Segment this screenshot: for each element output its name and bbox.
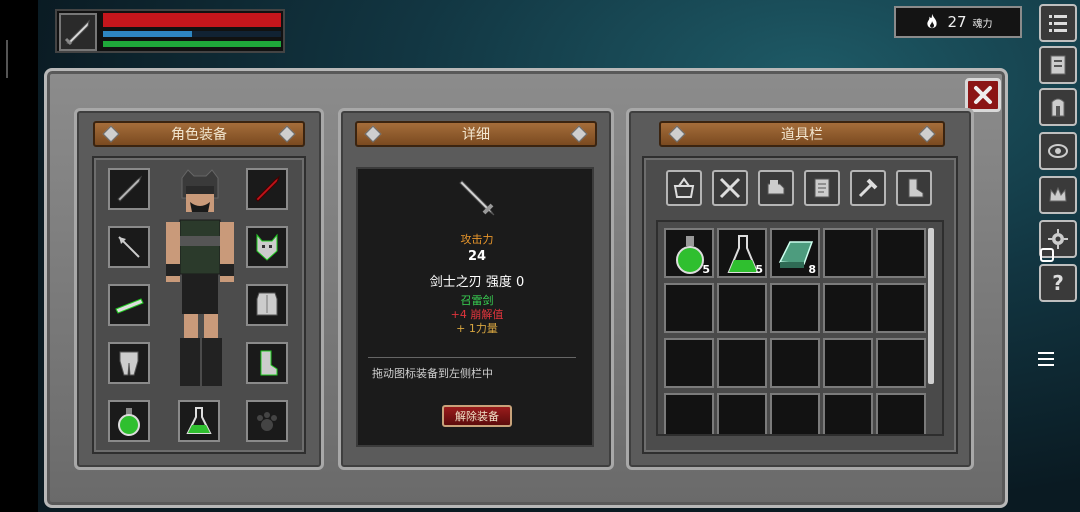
gauntlet-icon <box>767 180 785 195</box>
help-label: ? <box>1052 271 1064 295</box>
equip-slot-helmet[interactable] <box>246 226 288 268</box>
hamburger-menu-icon[interactable] <box>1038 352 1054 366</box>
overlay-square-button[interactable] <box>1040 248 1054 262</box>
inventory-slot[interactable]: 5 <box>664 228 714 278</box>
filter-armor-button[interactable] <box>758 170 794 206</box>
soul-currency: 27 魂力 <box>894 6 1022 38</box>
unequip-button[interactable]: 解除装备 <box>442 405 512 427</box>
details-title-plank: 详细 <box>355 121 597 147</box>
equip-slot-potion2[interactable] <box>178 400 220 442</box>
item-name: 剑士之刃 强度 0 <box>429 275 525 290</box>
sword-icon <box>117 175 143 202</box>
inventory-slot[interactable] <box>770 338 820 388</box>
item-quantity: 5 <box>755 263 763 276</box>
help-icon[interactable]: ? <box>1039 264 1077 302</box>
equip-slot-legs[interactable] <box>108 342 150 384</box>
item-quantity: 5 <box>702 263 710 276</box>
equip-slot-potion1[interactable] <box>108 400 150 442</box>
equip-slot-chest[interactable] <box>246 284 288 326</box>
health-bar <box>103 13 281 27</box>
filter-scrolls-button[interactable] <box>804 170 840 206</box>
green-potion-round-icon <box>118 408 140 436</box>
item-bonus-2: + 1力量 <box>456 322 498 335</box>
menu-list-icon[interactable] <box>1039 4 1077 42</box>
player-hud <box>55 9 285 53</box>
inventory-slot[interactable] <box>664 283 714 333</box>
filter-basket-button[interactable] <box>666 170 702 206</box>
basket-icon <box>673 177 695 198</box>
stat-value: 24 <box>467 249 487 264</box>
equip-slot-belt[interactable] <box>108 284 150 326</box>
inventory-slot[interactable] <box>823 228 873 278</box>
inventory-title: 道具栏 <box>781 127 823 143</box>
inventory-slot[interactable] <box>717 393 767 434</box>
item-quantity: 8 <box>808 263 816 276</box>
filter-tools-button[interactable] <box>850 170 886 206</box>
filter-misc-button[interactable] <box>896 170 932 206</box>
green-potion-flask-icon <box>186 407 212 434</box>
close-button[interactable] <box>965 78 1001 112</box>
red-sword-icon <box>255 175 281 202</box>
inventory-slot[interactable] <box>717 338 767 388</box>
inventory-slot[interactable] <box>770 393 820 434</box>
scroll-icon <box>814 178 830 198</box>
sword-icon[interactable] <box>59 13 97 51</box>
equipment-title-plank: 角色装备 <box>93 121 305 147</box>
character-model <box>166 169 234 386</box>
belt-icon <box>115 298 144 314</box>
greaves-icon <box>119 351 139 376</box>
item-detail-box: 攻击力 24 剑士之刃 强度 0 召雷剑 +4 崩解值 + 1力量 拖动图标装备… <box>356 167 594 447</box>
boots-icon <box>260 350 278 376</box>
inventory-slot[interactable] <box>876 393 926 434</box>
flame-icon <box>927 13 938 29</box>
stamina-bar <box>103 41 281 47</box>
door-icon[interactable] <box>1039 88 1077 126</box>
inventory-scrollbar[interactable] <box>928 228 934 384</box>
inventory-slot[interactable] <box>876 228 926 278</box>
drag-hint: 拖动图标装备到左侧栏中 <box>372 367 493 380</box>
stat-label: 攻击力 <box>460 233 494 246</box>
journal-icon[interactable] <box>1039 46 1077 84</box>
inventory-slot[interactable] <box>823 283 873 333</box>
close-icon <box>974 86 992 104</box>
inventory-slot[interactable] <box>823 393 873 434</box>
inventory-grid: 5 5 8 <box>656 220 944 436</box>
equip-slot-ranged[interactable] <box>108 226 150 268</box>
equipment-title: 角色装备 <box>171 127 227 143</box>
divider <box>368 357 576 358</box>
hammer-pick-icon <box>858 178 878 198</box>
inventory-slot[interactable] <box>770 283 820 333</box>
soul-unit: 魂力 <box>972 18 993 30</box>
sword-icon <box>459 180 495 216</box>
left-letterbox <box>0 0 38 512</box>
inventory-slot[interactable] <box>876 283 926 333</box>
inventory-slot[interactable] <box>876 338 926 388</box>
edge-handle[interactable] <box>6 40 8 78</box>
equip-slot-empty[interactable] <box>246 400 288 442</box>
equip-slot-offhand[interactable] <box>246 168 288 210</box>
inventory-slot[interactable]: 8 <box>770 228 820 278</box>
arrow-icon <box>118 236 140 258</box>
filter-weapons-button[interactable] <box>712 170 748 206</box>
paw-icon <box>257 412 277 431</box>
inventory-title-plank: 道具栏 <box>659 121 945 147</box>
inventory-slot[interactable] <box>717 283 767 333</box>
inventory-slot[interactable] <box>664 338 714 388</box>
chest-armor-icon <box>256 292 278 316</box>
boot-icon <box>908 178 924 198</box>
equip-slot-weapon[interactable] <box>108 168 150 210</box>
inventory-slot[interactable] <box>664 393 714 434</box>
mana-bar <box>103 31 281 37</box>
details-title: 详细 <box>462 127 490 143</box>
soul-amount: 27 <box>947 13 967 31</box>
equip-slot-boots[interactable] <box>246 342 288 384</box>
inventory-slot[interactable]: 5 <box>717 228 767 278</box>
crown-icon[interactable] <box>1039 176 1077 214</box>
eye-target-icon[interactable] <box>1039 132 1077 170</box>
inventory-slot[interactable] <box>823 338 873 388</box>
wolf-helmet-icon <box>256 233 278 261</box>
crossed-swords-icon <box>719 177 741 199</box>
